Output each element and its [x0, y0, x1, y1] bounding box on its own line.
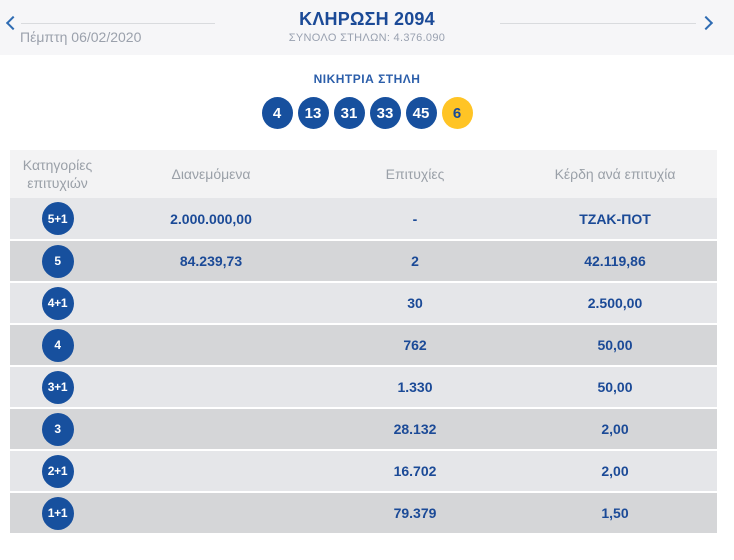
- prize-cell: ΤΖΑΚ-ΠΟΤ: [513, 198, 717, 241]
- winners-cell: 2: [317, 240, 513, 283]
- prize-cell: 2.500,00: [513, 282, 717, 325]
- distributed-cell: 84.239,73: [105, 240, 317, 283]
- distributed-cell: [105, 450, 317, 493]
- category-badge: 2+1: [41, 454, 74, 488]
- column-header-categories: Κατηγορίες επιτυχιών: [10, 150, 105, 198]
- table-row: 1+1 79.379 1,50: [10, 492, 717, 535]
- table-header-row: Κατηγορίες επιτυχιών Διανεμόμενα Επιτυχί…: [10, 150, 717, 198]
- prize-cell: 50,00: [513, 324, 717, 367]
- table-row: 4 762 50,00: [10, 324, 717, 367]
- column-header-winners: Επιτυχίες: [317, 150, 513, 198]
- distributed-cell: [105, 282, 317, 325]
- winning-column-section: ΝΙΚΗΤΡΙΑ ΣΤΗΛΗ 4 13 31 33 45 6: [0, 55, 734, 129]
- winning-numbers: 4 13 31 33 45 6: [0, 97, 734, 129]
- category-badge: 3: [41, 412, 74, 446]
- number-ball-3: 31: [333, 97, 365, 129]
- distributed-cell: 2.000.000,00: [105, 198, 317, 241]
- lottery-results-page: ΚΛΗΡΩΣΗ 2094 ΣΥΝΟΛΟ ΣΤΗΛΩΝ: 4.376.090 Πέ…: [0, 0, 734, 560]
- category-badge: 3+1: [41, 370, 74, 404]
- table-row: 5+1 2.000.000,00 - ΤΖΑΚ-ΠΟΤ: [10, 198, 717, 241]
- winners-cell: 79.379: [317, 492, 513, 535]
- winning-column-label: ΝΙΚΗΤΡΙΑ ΣΤΗΛΗ: [313, 72, 421, 86]
- table-row: 5 84.239,73 2 42.119,86: [10, 240, 717, 283]
- category-badge: 4+1: [41, 286, 74, 320]
- distributed-cell: [105, 366, 317, 409]
- winners-cell: 1.330: [317, 366, 513, 409]
- table-row: 4+1 30 2.500,00: [10, 282, 717, 325]
- table-row: 3+1 1.330 50,00: [10, 366, 717, 409]
- winners-cell: 762: [317, 324, 513, 367]
- category-badge: 5+1: [41, 202, 74, 235]
- prize-cell: 1,50: [513, 492, 717, 535]
- prize-results-table: Κατηγορίες επιτυχιών Διανεμόμενα Επιτυχί…: [10, 150, 717, 535]
- right-divider: [500, 23, 696, 24]
- joker-number-ball: 6: [441, 97, 473, 129]
- distributed-cell: [105, 492, 317, 535]
- distributed-cell: [105, 324, 317, 367]
- number-ball-2: 13: [297, 97, 329, 129]
- prize-cell: 42.119,86: [513, 240, 717, 283]
- table-row: 2+1 16.702 2,00: [10, 450, 717, 493]
- winners-cell: -: [317, 198, 513, 241]
- draw-navigation-bar: ΚΛΗΡΩΣΗ 2094 ΣΥΝΟΛΟ ΣΤΗΛΩΝ: 4.376.090 Πέ…: [0, 0, 734, 55]
- column-header-prize: Κέρδη ανά επιτυχία: [513, 150, 717, 198]
- prize-cell: 50,00: [513, 366, 717, 409]
- column-header-distributed: Διανεμόμενα: [105, 150, 317, 198]
- draw-title: ΚΛΗΡΩΣΗ 2094: [299, 9, 435, 29]
- distributed-cell: [105, 408, 317, 451]
- winners-cell: 16.702: [317, 450, 513, 493]
- category-badge: 5: [41, 244, 74, 278]
- number-ball-5: 45: [405, 97, 437, 129]
- category-badge: 4: [41, 328, 74, 362]
- table-row: 3 28.132 2,00: [10, 408, 717, 451]
- winners-cell: 28.132: [317, 408, 513, 451]
- prize-cell: 2,00: [513, 408, 717, 451]
- number-ball-1: 4: [261, 97, 293, 129]
- winners-cell: 30: [317, 282, 513, 325]
- number-ball-4: 33: [369, 97, 401, 129]
- prize-cell: 2,00: [513, 450, 717, 493]
- draw-date: Πέμπτη 06/02/2020: [20, 29, 142, 45]
- category-badge: 1+1: [41, 496, 74, 530]
